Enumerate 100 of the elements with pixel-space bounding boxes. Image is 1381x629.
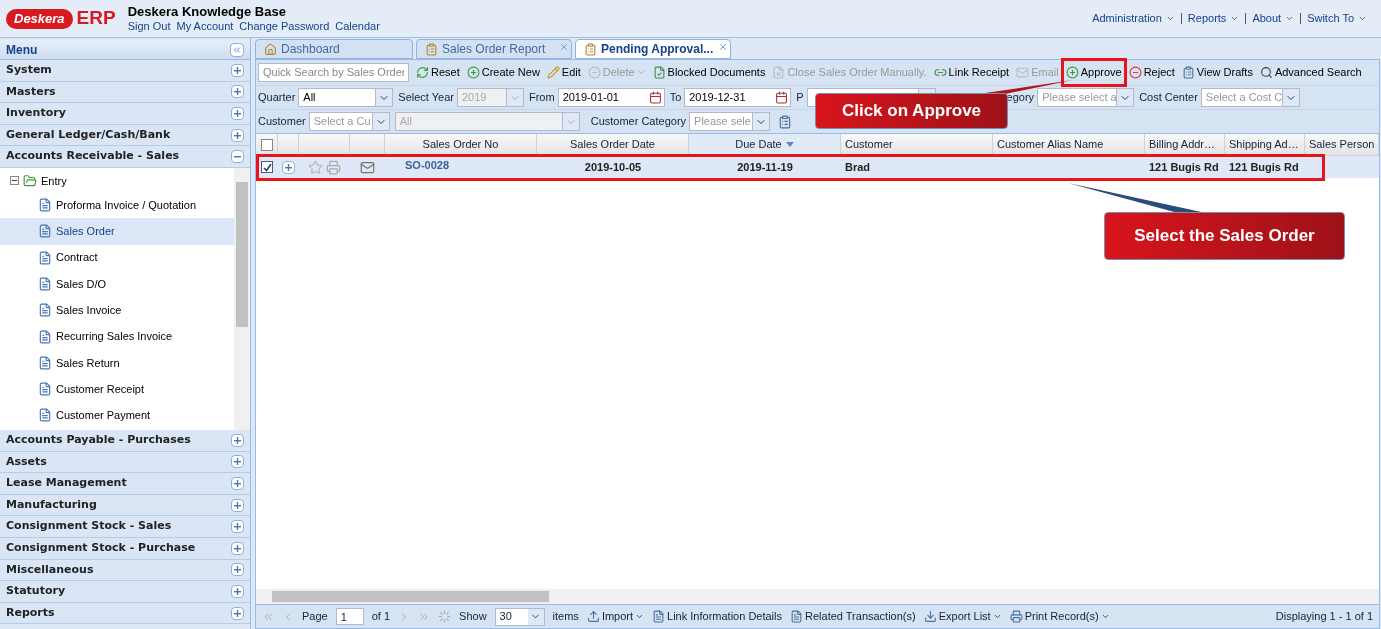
menu-section[interactable]: Consignment Stock - Purchase xyxy=(0,537,250,560)
column-header[interactable]: Customer xyxy=(841,134,993,155)
tree-item[interactable]: Proforma Invoice / Quotation xyxy=(0,191,234,219)
menu-section[interactable]: Manufacturing xyxy=(0,494,250,517)
expand-icon[interactable] xyxy=(231,563,244,577)
menu-section[interactable]: Consignment Stock - Sales xyxy=(0,516,250,538)
menu-section[interactable]: Reports xyxy=(0,602,250,625)
tree-item[interactable]: Sales Invoice xyxy=(0,297,234,324)
dropdown-icon[interactable] xyxy=(527,608,544,625)
menu-section[interactable]: General Ledger/Cash/Bank xyxy=(0,124,250,147)
collapse-button[interactable] xyxy=(230,42,244,57)
expand-icon[interactable] xyxy=(231,520,244,534)
dropdown-icon[interactable] xyxy=(1116,89,1134,106)
home-icon xyxy=(264,42,277,56)
menu-section[interactable]: System xyxy=(0,60,250,82)
close-icon[interactable] xyxy=(559,42,569,52)
tree-item[interactable]: Customer Payment xyxy=(0,402,234,429)
tab[interactable]: Pending Approval... xyxy=(575,39,731,59)
header-link[interactable]: Change Password xyxy=(239,19,330,33)
select-field[interactable]: All xyxy=(298,88,394,107)
row-checkbox[interactable] xyxy=(261,161,273,173)
expand-icon[interactable] xyxy=(231,85,244,99)
menu-section[interactable]: Miscellaneous xyxy=(0,559,250,582)
toolbar-button[interactable]: Create New xyxy=(466,64,540,81)
toolbar-button[interactable]: Approve xyxy=(1065,64,1122,81)
expand-icon[interactable] xyxy=(231,606,244,620)
dropdown-icon[interactable] xyxy=(752,113,770,130)
printer-icon[interactable] xyxy=(326,159,341,175)
table-row[interactable]: SO-0028 2019-10-05 2019-11-19 Brad 121 Bugis Rd 121 Bugis Rd xyxy=(256,156,1379,178)
header-link[interactable]: Calendar xyxy=(335,19,380,33)
expand-icon[interactable] xyxy=(231,107,244,120)
expand-icon[interactable] xyxy=(231,541,244,555)
column-header[interactable]: Due Date xyxy=(689,134,841,155)
toolbar-button[interactable]: Edit xyxy=(546,64,581,81)
toolbar-button[interactable]: Reset xyxy=(416,64,460,81)
menu-section[interactable]: Accounts Payable - Purchases xyxy=(0,429,250,452)
tree-item[interactable]: Recurring Sales Invoice xyxy=(0,323,234,350)
expand-icon[interactable] xyxy=(231,63,244,77)
top-menu-item[interactable]: Reports xyxy=(1187,10,1240,27)
mail-icon[interactable] xyxy=(360,159,375,175)
column-header[interactable]: Customer Alias Name xyxy=(993,134,1145,155)
select-all-checkbox[interactable] xyxy=(260,138,273,151)
dropdown-icon[interactable] xyxy=(375,89,393,106)
top-menu-item[interactable]: About xyxy=(1252,10,1295,27)
star-icon[interactable] xyxy=(308,159,323,175)
menu-section[interactable]: Statutory xyxy=(0,581,250,603)
page-field[interactable]: 1 xyxy=(335,608,364,625)
calendar-icon[interactable] xyxy=(648,91,662,104)
minus-icon xyxy=(1128,66,1142,79)
menu-section[interactable]: Inventory xyxy=(0,103,250,125)
close-icon[interactable] xyxy=(718,42,728,52)
tree-item[interactable]: Sales D/O xyxy=(0,270,234,298)
date-field[interactable]: 2019-01-01 xyxy=(557,88,665,107)
menu-section[interactable]: Lease Management xyxy=(0,473,250,495)
table-cell[interactable]: SO-0028 xyxy=(405,156,450,174)
column-header[interactable]: Shipping Ad… xyxy=(1225,134,1305,155)
menu-section[interactable]: Accounts Receivable - Sales xyxy=(0,146,250,168)
app-title: Deskera Knowledge Base xyxy=(127,4,287,19)
expand-icon[interactable] xyxy=(231,584,244,598)
expand-icon[interactable] xyxy=(231,433,244,447)
column-header[interactable]: Billing Addr… xyxy=(1145,134,1225,155)
page-size-select[interactable]: 30 xyxy=(494,607,545,626)
expand-icon[interactable] xyxy=(231,128,244,142)
horizontal-scrollbar[interactable] xyxy=(256,589,1379,604)
pager-button[interactable]: Import xyxy=(586,608,645,625)
column-header[interactable]: Sales Person xyxy=(1305,134,1379,155)
menu-section[interactable]: Assets xyxy=(0,451,250,474)
scrollbar[interactable] xyxy=(234,167,250,430)
toolbar-button[interactable]: Link Receipt xyxy=(933,64,1010,81)
dropdown-icon[interactable] xyxy=(371,113,389,130)
expand-icon[interactable] xyxy=(282,160,295,174)
tab[interactable]: Sales Order Report xyxy=(416,39,572,59)
tree-item[interactable]: Contract xyxy=(0,244,234,271)
tree-item[interactable]: Sales Return xyxy=(0,349,234,377)
expand-icon[interactable] xyxy=(231,455,244,469)
header-link[interactable]: My Account xyxy=(176,19,234,33)
collapse-icon[interactable] xyxy=(10,176,19,186)
toolbar-button[interactable]: Advanced Search xyxy=(1259,64,1362,81)
toolbar-button[interactable]: Reject xyxy=(1128,64,1175,81)
top-menu-item[interactable]: Administration xyxy=(1092,10,1175,27)
toolbar-button[interactable]: Blocked Documents xyxy=(652,64,766,81)
tree-node[interactable]: Entry xyxy=(41,172,67,190)
dropdown-icon[interactable] xyxy=(1281,89,1299,106)
pager-button[interactable]: Print Record(s) xyxy=(1009,608,1110,625)
column-header[interactable]: Sales Order No xyxy=(385,134,537,155)
tree-item[interactable]: Customer Receipt xyxy=(0,376,234,403)
expand-icon[interactable] xyxy=(231,498,244,512)
table-cell-text: Brad xyxy=(845,159,871,175)
expand-icon[interactable] xyxy=(231,476,244,490)
date-field[interactable]: 2019-12-31 xyxy=(684,88,792,107)
top-menu-item[interactable]: Switch To xyxy=(1307,10,1367,27)
menu-section[interactable]: Masters xyxy=(0,81,250,104)
header-link[interactable]: Sign Out xyxy=(127,19,171,33)
toolbar-button[interactable]: View Drafts xyxy=(1181,64,1253,81)
pager-button[interactable]: Link Information Details xyxy=(652,608,782,625)
pager-button[interactable]: Export List xyxy=(923,608,1002,625)
calendar-icon[interactable] xyxy=(775,91,789,104)
tab[interactable]: Dashboard xyxy=(255,39,413,59)
tree-item[interactable]: Sales Order xyxy=(0,218,234,245)
pager-button[interactable]: Related Transaction(s) xyxy=(790,608,916,625)
